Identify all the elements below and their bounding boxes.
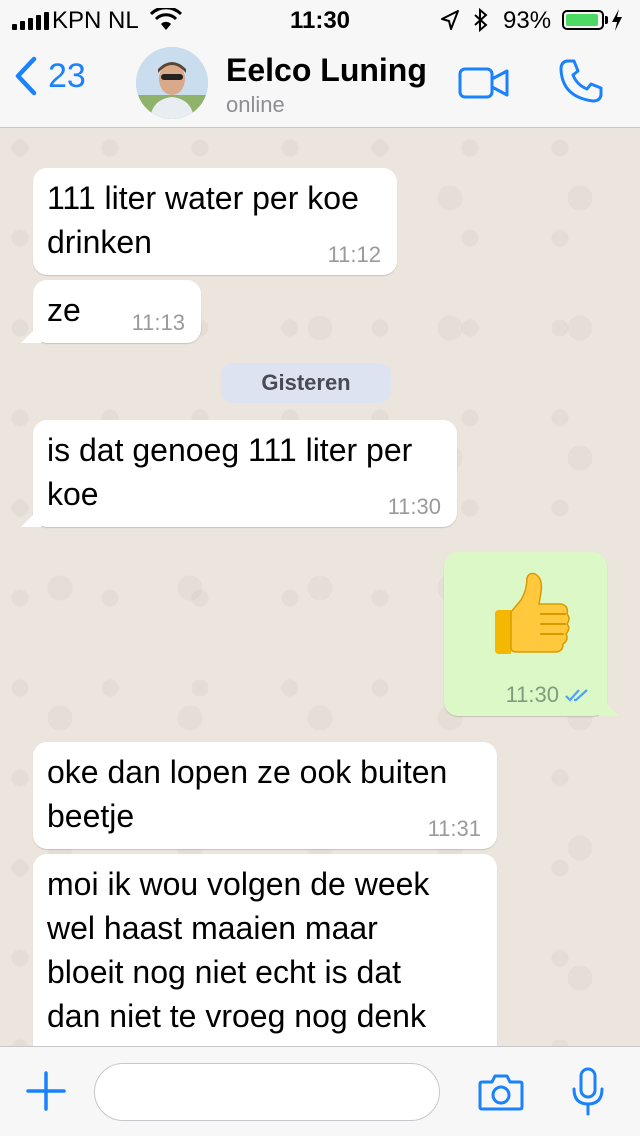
message-line: moi ik wou volgen de week bbox=[47, 866, 430, 902]
date-separator: Gisteren bbox=[221, 363, 391, 403]
message-line: wel haast maaien maar bbox=[47, 910, 378, 946]
message-bubble[interactable]: oke dan lopen ze ook buiten beetje 11:31 bbox=[33, 742, 497, 849]
message-bubble[interactable]: moi ik wou volgen de week wel haast maai… bbox=[33, 854, 497, 1046]
attach-button[interactable] bbox=[26, 1071, 66, 1116]
camera-icon bbox=[478, 1074, 524, 1111]
back-button[interactable]: 23 bbox=[14, 56, 86, 96]
message-time: 11:12 bbox=[327, 242, 381, 267]
status-bar: KPN NL 11:30 93% bbox=[0, 0, 640, 40]
message-line: is dat genoeg 111 liter per bbox=[47, 432, 413, 468]
thumbs-up-emoji bbox=[477, 566, 577, 677]
battery-icon bbox=[562, 10, 604, 30]
video-call-button[interactable] bbox=[458, 66, 510, 105]
battery-percent: 93% bbox=[503, 7, 552, 34]
message-line: koe bbox=[47, 476, 99, 512]
message-input[interactable] bbox=[94, 1063, 440, 1121]
chat-area[interactable]: 111 liter water per koe drinken 11:12 ze… bbox=[0, 128, 640, 1046]
message-bubble[interactable]: 11:30 bbox=[444, 552, 619, 716]
double-check-icon bbox=[565, 684, 591, 708]
phone-icon bbox=[559, 59, 603, 103]
charging-bolt-icon bbox=[610, 8, 624, 39]
message-time: 11:30 bbox=[387, 494, 441, 519]
battery-tip bbox=[605, 16, 608, 24]
message-line: 111 liter water per koe bbox=[47, 180, 359, 216]
contact-status: online bbox=[226, 92, 285, 117]
message-bubble[interactable]: 111 liter water per koe drinken 11:12 bbox=[33, 168, 397, 275]
message-line: beetje bbox=[47, 798, 135, 834]
microphone-button[interactable] bbox=[570, 1067, 606, 1122]
message-time: 11:13 bbox=[131, 310, 185, 335]
message-bubble[interactable]: ze 11:13 bbox=[21, 280, 201, 343]
chevron-left-icon bbox=[15, 56, 37, 96]
avatar[interactable] bbox=[136, 47, 208, 119]
message-line: bloeit nog niet echt is dat bbox=[47, 954, 402, 990]
message-time: 11:30 bbox=[505, 681, 559, 707]
bluetooth-icon bbox=[472, 7, 490, 39]
unread-count: 23 bbox=[48, 56, 86, 95]
message-line: oke dan lopen ze ook buiten bbox=[47, 754, 448, 790]
video-camera-icon bbox=[458, 67, 509, 99]
camera-button[interactable] bbox=[478, 1073, 524, 1116]
location-arrow-icon bbox=[440, 9, 460, 38]
message-time: 11:31 bbox=[427, 816, 481, 841]
input-bar bbox=[0, 1046, 640, 1136]
message-line: dan niet te vroeg nog denk bbox=[47, 998, 426, 1034]
contact-name[interactable]: Eelco Luning bbox=[226, 52, 427, 89]
message-bubble[interactable]: is dat genoeg 111 liter per koe 11:30 bbox=[21, 420, 457, 527]
chat-header: 23 Eelco Luning online bbox=[0, 40, 640, 128]
voice-call-button[interactable] bbox=[558, 58, 604, 109]
message-time-row: 11:30 bbox=[505, 681, 591, 708]
microphone-icon bbox=[572, 1067, 604, 1116]
plus-icon bbox=[26, 1071, 66, 1111]
